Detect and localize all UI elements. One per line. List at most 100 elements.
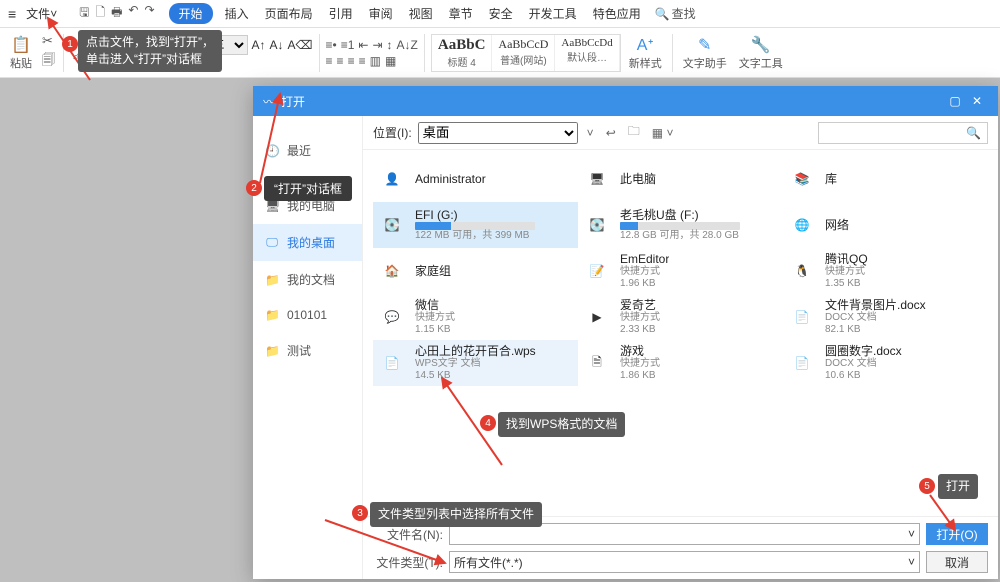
chevron-down-icon[interactable]: ˅ [584, 126, 597, 140]
file-item[interactable]: ▶ 爱奇艺 快捷方式 2.33 KB [578, 294, 783, 340]
file-sub: 快捷方式 [415, 312, 455, 324]
file-item[interactable]: 📄 圆圈数字.docx DOCX 文档 10.6 KB [783, 340, 988, 386]
file-item[interactable]: 🐧 腾讯QQ 快捷方式 1.35 KB [783, 248, 988, 294]
tab-security[interactable]: 安全 [481, 1, 521, 26]
dialog-title: 打开 [281, 93, 944, 110]
indent-inc-icon[interactable]: ⇥ [372, 38, 382, 52]
annotation-1: 点击文件，找到“打开”， 单击进入“打开”对话框 [78, 30, 222, 72]
tab-start[interactable]: 开始 [169, 3, 213, 24]
filetype-select[interactable]: 所有文件(*.*)˅ [449, 551, 920, 573]
style-heading4[interactable]: AaBbC 标题 4 [432, 35, 493, 71]
file-sub2: 12.8 GB 可用，共 28.0 GB [620, 230, 740, 242]
file-name: 圆圈数字.docx [825, 344, 902, 358]
file-icon: 🐧 [787, 256, 817, 286]
open-button[interactable]: 打开(O) [926, 523, 988, 545]
align-right-icon[interactable]: ≡ [348, 54, 355, 68]
file-menu[interactable]: 文件 ˅ [18, 1, 65, 26]
file-item[interactable]: 📄 心田上的花开百合.wps WPS文字 文档 14.5 KB [373, 340, 578, 386]
file-item[interactable]: 🏠 家庭组 [373, 248, 578, 294]
sidebar-item-docs[interactable]: 📁我的文档 [253, 261, 362, 298]
file-item[interactable]: 💽 老毛桃U盘 (F:) 12.8 GB 可用，共 28.0 GB [578, 202, 783, 248]
file-item[interactable]: 📚 库 [783, 156, 988, 202]
file-item[interactable]: 🗎 游戏 快捷方式 1.86 KB [578, 340, 783, 386]
up-folder-icon[interactable]: ↩ [603, 126, 619, 140]
file-item[interactable]: 🖥 此电脑 [578, 156, 783, 202]
new-folder-icon[interactable]: 🗀 [625, 122, 643, 143]
print-preview-icon[interactable]: 🗋 [95, 3, 105, 24]
number-list-icon[interactable]: ≡1 [341, 38, 355, 52]
save-icon[interactable]: 🖫 [79, 3, 89, 24]
shading-icon[interactable]: ▥ [370, 54, 381, 68]
dialog-titlebar[interactable]: 〰 打开 ▢ ✕ [253, 86, 998, 116]
clipboard-extra: ✂ 🗐 [40, 33, 57, 73]
tab-layout[interactable]: 页面布局 [257, 1, 321, 26]
file-sub: WPS文字 文档 [415, 358, 536, 370]
quick-access-toolbar: 🖫 🗋 🖶 ↶ ↷ [79, 3, 154, 24]
search-input[interactable]: 🔍 [818, 122, 988, 144]
align-center-icon[interactable]: ≡ [337, 54, 344, 68]
sidebar-item-recent[interactable]: 🕘最近 [253, 132, 362, 169]
file-list: 👤 Administrator 🖥 此电脑 📚 库 💽 EFI (G:) 122… [363, 150, 998, 516]
desktop-icon: 🖵 [265, 235, 279, 250]
sidebar-item-desktop[interactable]: 🖵我的桌面 [253, 224, 362, 261]
print-icon[interactable]: 🖶 [111, 3, 122, 24]
tab-dev[interactable]: 开发工具 [521, 1, 585, 26]
cancel-button[interactable]: 取消 [926, 551, 988, 573]
file-item[interactable]: 👤 Administrator [373, 156, 578, 202]
annotation-4: 找到WPS格式的文档 [498, 412, 625, 437]
location-select[interactable]: 桌面 [418, 122, 578, 144]
hamburger-icon[interactable]: ≡ [8, 6, 16, 22]
tab-view[interactable]: 视图 [401, 1, 441, 26]
text-tools-button[interactable]: 🔧 文字工具 [735, 35, 787, 71]
clipboard-icon: 📋 [11, 35, 31, 55]
file-name: 此电脑 [620, 172, 656, 186]
styles-gallery[interactable]: AaBbC 标题 4 AaBbCcD 普通(网站) AaBbCcDd 默认段… [431, 34, 621, 72]
close-icon[interactable]: ✕ [966, 94, 988, 108]
file-item[interactable]: 🌐 网络 [783, 202, 988, 248]
sidebar-item-test[interactable]: 📁测试 [253, 332, 362, 369]
new-style-button[interactable]: Aᐩ 新样式 [625, 35, 666, 71]
redo-icon[interactable]: ↷ [144, 3, 154, 24]
location-bar: 位置(I): 桌面 ˅ ↩ 🗀 ▦ ˅ 🔍 [363, 116, 998, 150]
shrink-font-icon[interactable]: A↓ [270, 38, 284, 52]
sidebar-item-010101[interactable]: 📁010101 [253, 298, 362, 332]
tab-review[interactable]: 审阅 [361, 1, 401, 26]
indent-dec-icon[interactable]: ⇤ [358, 38, 368, 52]
file-name: 老毛桃U盘 (F:) [620, 208, 740, 222]
tab-chapter[interactable]: 章节 [441, 1, 481, 26]
tab-apps[interactable]: 特色应用 [585, 1, 649, 26]
bullet-list-icon[interactable]: ≡• [326, 38, 337, 52]
file-sub2: 2.33 KB [620, 324, 660, 336]
view-icon[interactable]: ▦ ˅ [649, 126, 677, 140]
sort-icon[interactable]: A↓Z [397, 38, 418, 52]
paste-button[interactable]: 📋 粘贴 [6, 35, 36, 71]
folder-icon: 📁 [265, 344, 279, 358]
cut-icon[interactable]: ✂ [42, 33, 55, 49]
grow-font-icon[interactable]: A↑ [252, 38, 266, 52]
style-normal-web[interactable]: AaBbCcD 普通(网站) [492, 35, 555, 71]
file-item[interactable]: 💽 EFI (G:) 122 MB 可用，共 399 MB [373, 202, 578, 248]
file-name: 爱奇艺 [620, 298, 660, 312]
file-name: 腾讯QQ [825, 252, 868, 266]
style-default-para[interactable]: AaBbCcDd 默认段… [555, 35, 619, 71]
line-spacing-icon[interactable]: ↕ [387, 38, 393, 52]
search-icon: 🔍 [655, 7, 670, 21]
align-justify-icon[interactable]: ≡ [359, 54, 366, 68]
clear-format-icon[interactable]: A⌫ [288, 38, 313, 52]
file-item[interactable]: 📝 EmEditor 快捷方式 1.96 KB [578, 248, 783, 294]
search-button[interactable]: 🔍 查找 [655, 5, 696, 22]
tab-references[interactable]: 引用 [321, 1, 361, 26]
borders-icon[interactable]: ▦ [385, 54, 396, 68]
open-dialog: 〰 打开 ▢ ✕ 🕘最近 🖥我的电脑 🖵我的桌面 📁我的文档 📁010101 📁… [253, 86, 998, 579]
file-icon: 📝 [582, 256, 612, 286]
maximize-icon[interactable]: ▢ [944, 94, 966, 108]
undo-icon[interactable]: ↶ [128, 3, 138, 24]
file-item[interactable]: 💬 微信 快捷方式 1.15 KB [373, 294, 578, 340]
filetype-label: 文件类型(T): [373, 554, 443, 571]
align-left-icon[interactable]: ≡ [326, 54, 333, 68]
tab-insert[interactable]: 插入 [217, 1, 257, 26]
annotation-badge-5: 5 [919, 478, 935, 494]
writing-assist-button[interactable]: ✎ 文字助手 [679, 35, 731, 71]
file-item[interactable]: 📄 文件背景图片.docx DOCX 文档 82.1 KB [783, 294, 988, 340]
copy-icon[interactable]: 🗐 [42, 51, 55, 73]
